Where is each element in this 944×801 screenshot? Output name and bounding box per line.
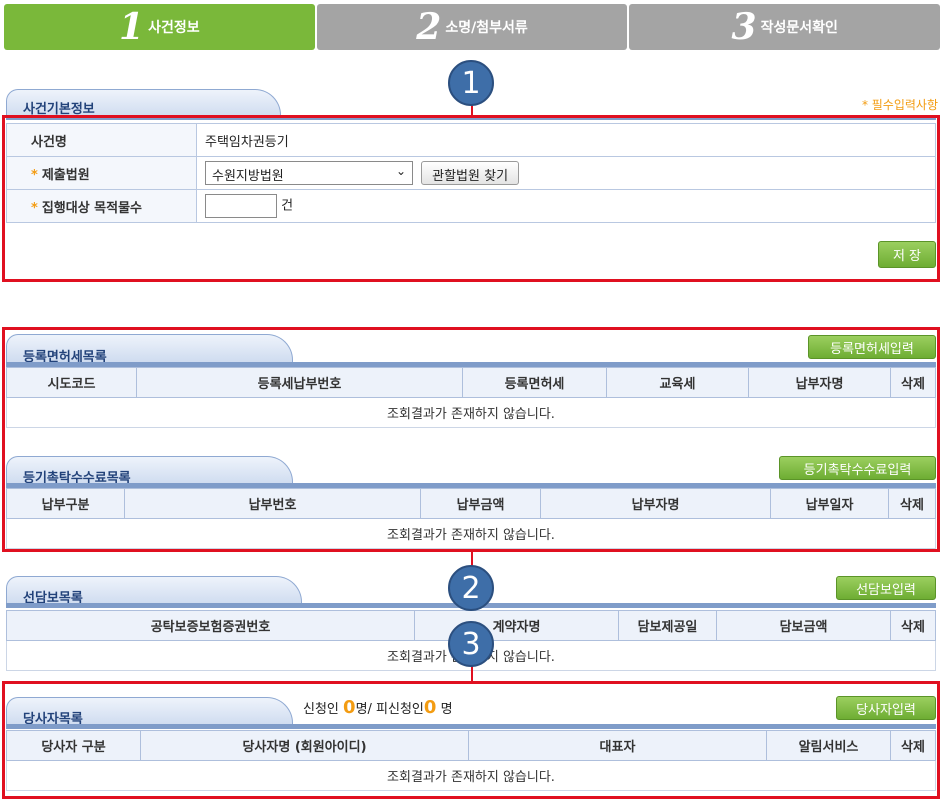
step-label: 사건정보 (148, 20, 200, 36)
step-label: 소명/첨부서류 (445, 20, 528, 36)
column-header: 공탁보증보험증권번호 (6, 610, 415, 641)
step-tabs: 1 사건정보 2 소명/첨부서류 3 작성문서확인 (4, 4, 941, 50)
column-header: 담보금액 (716, 610, 891, 641)
step-number: 3 (731, 6, 757, 48)
connector-line (471, 552, 473, 566)
step-tab-documents[interactable]: 2 소명/첨부서류 (316, 4, 628, 50)
highlight-box-fees (2, 327, 940, 552)
callout-badge-2: 2 (448, 565, 494, 611)
column-header: 담보제공일 (618, 610, 717, 641)
step-number: 2 (416, 6, 442, 48)
add-security-button[interactable]: 선담보입력 (836, 576, 936, 600)
step-label: 작성문서확인 (760, 20, 838, 36)
highlight-box-parties (2, 681, 940, 799)
column-header: 계약자명 (414, 610, 619, 641)
column-header: 삭제 (890, 610, 936, 641)
step-tab-review[interactable]: 3 작성문서확인 (629, 4, 941, 50)
connector-line (471, 666, 473, 682)
required-note: * 필수입력사항 (861, 98, 938, 112)
section-title: 선담보목록 (6, 576, 302, 606)
section-title: 사건기본정보 (6, 89, 281, 117)
highlight-box-case-info (2, 115, 940, 282)
step-tab-case-info[interactable]: 1 사건정보 (4, 4, 315, 50)
callout-badge-1: 1 (448, 60, 494, 106)
callout-badge-3: 3 (448, 621, 494, 667)
step-number: 1 (119, 6, 145, 48)
